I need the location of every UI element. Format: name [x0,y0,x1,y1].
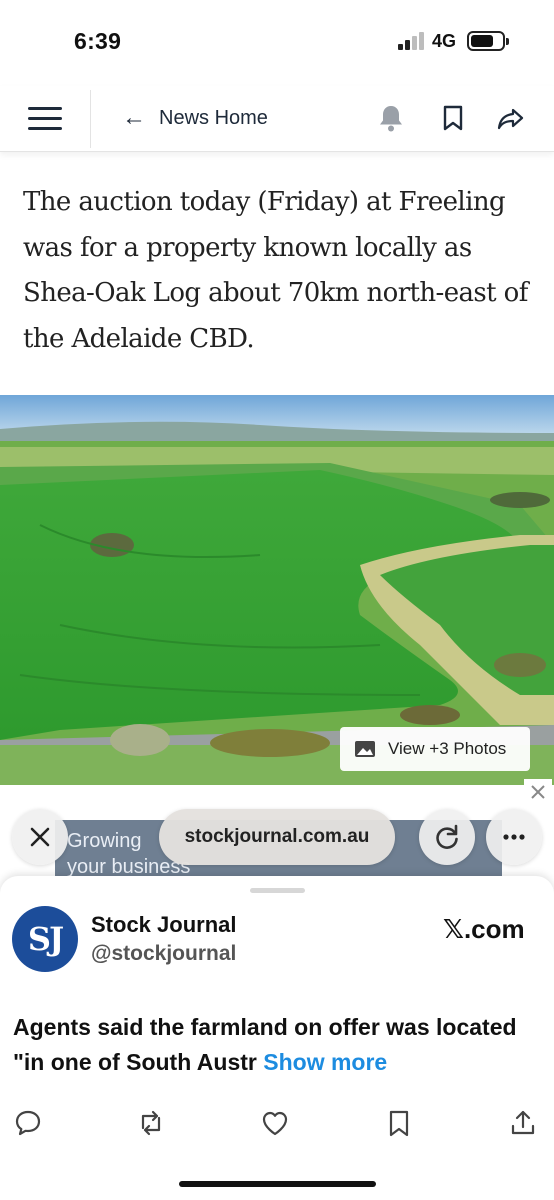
close-icon [531,785,545,799]
sheet-grabber[interactable] [250,888,305,893]
back-arrow-icon: ← [122,104,146,131]
post-text: Agents said the farmland on offer was lo… [13,1010,543,1080]
post-actions [0,1108,554,1148]
signal-strength-icon [398,32,426,50]
x-logo-icon: 𝕏 [443,915,464,945]
url-bar[interactable]: stockjournal.com.au [159,809,395,865]
x-com-suffix: .com [463,914,525,944]
reload-icon [436,824,458,849]
back-label: News Home [159,106,268,129]
reply-icon[interactable] [13,1108,43,1138]
share-icon[interactable] [497,103,525,133]
top-nav-bar: ← News Home [0,86,554,152]
retweet-icon[interactable] [136,1108,166,1138]
reload-button[interactable] [419,809,475,865]
status-time: 6:39 [74,28,122,54]
view-photos-label: View +3 Photos [388,739,507,758]
embedded-post-sheet: SJ Stock Journal @stockjournal 𝕏.com Age… [0,876,554,1200]
upload-icon[interactable] [508,1108,538,1138]
view-photos-button[interactable]: View +3 Photos [340,727,530,771]
account-name[interactable]: Stock Journal [91,912,236,938]
nav-divider [90,90,91,148]
like-icon[interactable] [260,1108,290,1138]
ad-close-button[interactable] [524,779,552,805]
more-options-button[interactable] [486,809,542,865]
show-more-link[interactable]: Show more [263,1049,387,1075]
battery-icon [467,31,509,51]
article-paragraph: The auction today (Friday) at Freeling w… [23,187,528,354]
status-bar: 6:39 4G [0,0,554,86]
network-type: 4G [432,31,457,51]
home-indicator[interactable] [179,1181,376,1187]
bookmark-icon[interactable] [384,1108,414,1138]
bell-icon[interactable] [377,103,405,133]
bookmark-icon[interactable] [439,103,467,133]
back-to-news-home-link[interactable]: ← News Home [122,104,268,132]
hamburger-menu-icon[interactable] [28,105,62,131]
close-icon [30,827,50,847]
more-icon [503,834,525,840]
gallery-icon [355,741,375,757]
account-handle[interactable]: @stockjournal [91,942,236,966]
x-com-link[interactable]: 𝕏.com [443,914,525,945]
close-button[interactable] [12,809,68,865]
avatar[interactable]: SJ [12,906,78,972]
